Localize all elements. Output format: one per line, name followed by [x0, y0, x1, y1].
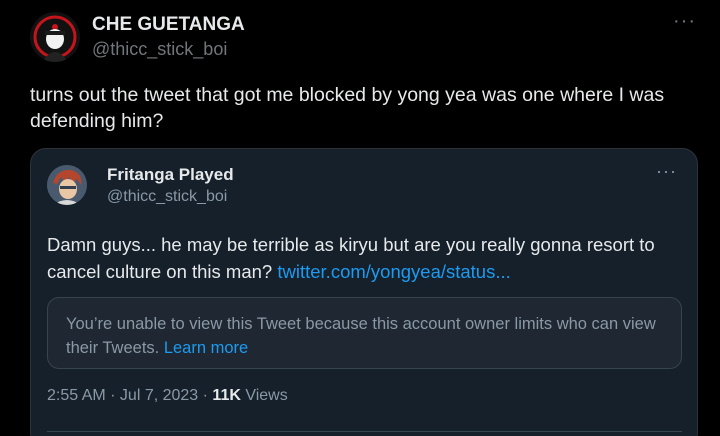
tweet: CHE GUETANGA @thicc_stick_boi ··· turns …	[0, 0, 720, 436]
divider	[47, 431, 682, 432]
quoted-tweet-text: Damn guys... he may be terrible as kiryu…	[47, 231, 687, 285]
quoted-user-handle[interactable]: @thicc_stick_boi	[107, 188, 227, 206]
tweet-text: turns out the tweet that got me blocked …	[30, 84, 665, 132]
quoted-user-avatar[interactable]	[47, 165, 87, 205]
tweet-metadata: 2:55 AM · Jul 7, 2023 · 11K Views	[47, 387, 288, 405]
views-count: 11K	[212, 387, 241, 404]
quoted-display-name[interactable]: Fritanga Played	[107, 165, 234, 185]
user-avatar[interactable]	[30, 12, 80, 62]
avatar-image	[30, 12, 80, 62]
quoted-avatar-image	[47, 165, 87, 205]
tweet-timestamp[interactable]: 2:55 AM · Jul 7, 2023 ·	[47, 387, 212, 404]
more-options-icon[interactable]: ···	[673, 10, 696, 33]
notice-text: You’re unable to view this Tweet because…	[66, 315, 656, 357]
unavailable-tweet-notice: You’re unable to view this Tweet because…	[47, 297, 682, 369]
display-name[interactable]: CHE GUETANGA	[92, 14, 245, 36]
quoted-more-options-icon[interactable]: ···	[656, 161, 677, 182]
quoted-tweet-card[interactable]: Fritanga Played @thicc_stick_boi ··· Dam…	[30, 148, 698, 436]
quoted-tweet-link[interactable]: twitter.com/yongyea/status...	[277, 261, 510, 282]
learn-more-link[interactable]: Learn more	[164, 339, 248, 357]
views-label: Views	[240, 387, 288, 404]
user-handle[interactable]: @thicc_stick_boi	[92, 39, 227, 60]
